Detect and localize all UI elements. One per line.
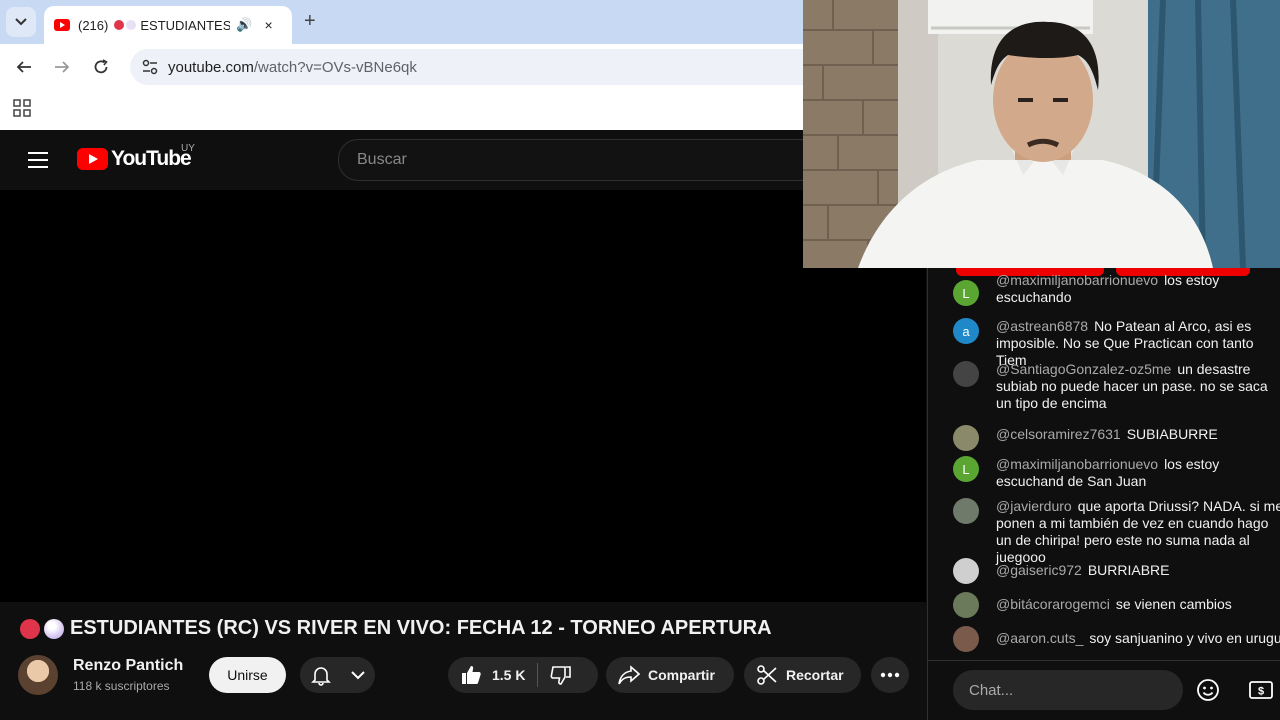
browser-tab-youtube[interactable]: (216) ESTUDIANTES ( 🔊 × <box>44 6 292 44</box>
url-text: youtube.com/watch?v=OVs-vBNe6qk <box>168 59 417 76</box>
chat-author[interactable]: @gaiseric972 <box>996 562 1082 578</box>
live-chat: L @maximiljanobarrionuevo los estoy escuc… <box>927 268 1280 720</box>
speaker-icon[interactable]: 🔊 <box>236 17 252 33</box>
super-chat-icon[interactable]: $ <box>1248 678 1274 702</box>
tab-close-icon[interactable]: × <box>265 17 273 33</box>
share-button[interactable]: Compartir <box>606 657 734 693</box>
chat-author[interactable]: @astrean6878 <box>996 318 1088 334</box>
chat-avatar <box>953 558 979 584</box>
url-host: youtube.com <box>168 58 254 76</box>
chevron-down-icon <box>15 18 27 26</box>
chat-author[interactable]: @bitácorarogemci <box>996 596 1110 612</box>
chat-text: se vienen cambios <box>1115 596 1232 612</box>
forward-button[interactable] <box>49 54 75 80</box>
chat-author[interactable]: @SantiagoGonzalez-oz5me <box>996 361 1171 377</box>
chat-avatar <box>953 498 979 524</box>
arrow-right-icon <box>55 61 70 73</box>
notifications-button[interactable] <box>300 657 375 693</box>
back-button[interactable] <box>11 54 37 80</box>
more-horizontal-icon <box>880 672 900 678</box>
site-settings-icon[interactable] <box>138 55 162 79</box>
search-input[interactable] <box>355 150 799 170</box>
youtube-play-icon <box>77 148 108 170</box>
like-dislike-group: 1.5 K <box>448 657 598 693</box>
chat-divider <box>928 660 1280 661</box>
chat-text: SUBIABURRE <box>1126 426 1218 442</box>
lilac-circle-icon <box>44 618 64 639</box>
emoji-icon[interactable] <box>1196 678 1220 702</box>
channel-row: Renzo Pantich 118 k suscriptores Unirse … <box>18 655 918 697</box>
tab-title: ESTUDIANTES ( <box>140 17 231 33</box>
chat-message-body: @maximiljanobarrionuevo los estoy escucha… <box>996 272 1280 302</box>
chat-author[interactable]: @maximiljanobarrionuevo <box>996 272 1158 288</box>
chat-author[interactable]: @celsoramirez7631 <box>996 426 1121 442</box>
youtube-wordmark: YouTube <box>111 147 192 170</box>
reload-icon <box>94 59 108 74</box>
chat-message-body: @celsoramirez7631 SUBIABURRE <box>996 426 1280 443</box>
webcam-image <box>803 0 1280 268</box>
like-count[interactable]: 1.5 K <box>492 667 525 683</box>
chat-author[interactable]: @aaron.cuts_ <box>996 630 1083 646</box>
video-player[interactable] <box>0 190 926 602</box>
lilac-circle-icon <box>126 20 137 30</box>
chat-message-body: @bitácorarogemci se vienen cambios <box>996 596 1280 613</box>
country-code: UY <box>181 143 195 154</box>
bell-icon <box>310 667 331 686</box>
chat-message-body: @SantiagoGonzalez-oz5me un desastre subia… <box>996 361 1280 412</box>
tab-search-button[interactable] <box>6 7 36 37</box>
subscriber-count: 118 k suscriptores <box>73 679 170 693</box>
chat-author[interactable]: @javierduro <box>996 498 1072 514</box>
chevron-down-icon <box>351 670 365 679</box>
red-circle-icon <box>114 20 125 30</box>
thumbs-down-icon[interactable] <box>550 664 572 686</box>
tab-count: (216) <box>78 17 109 33</box>
chat-input[interactable] <box>967 681 1141 700</box>
channel-name[interactable]: Renzo Pantich <box>73 657 183 675</box>
chat-text: soy sanjuanino y vivo en urugua <box>1089 630 1280 646</box>
chat-avatar <box>953 361 979 387</box>
youtube-logo[interactable]: YouTube UY <box>77 143 195 171</box>
new-tab-button[interactable]: + <box>304 10 316 33</box>
chat-avatar: a <box>953 318 979 344</box>
more-actions-button[interactable] <box>871 657 909 693</box>
url-path: /watch?v=OVs-vBNe6qk <box>253 58 417 76</box>
chat-avatar: L <box>953 280 979 306</box>
svg-text:$: $ <box>1258 686 1264 698</box>
chat-avatar <box>953 626 979 652</box>
webcam-overlay <box>803 0 1280 268</box>
clip-label: Recortar <box>786 667 844 683</box>
menu-icon[interactable] <box>28 152 48 173</box>
apps-grid-icon[interactable] <box>13 99 31 117</box>
arrow-left-icon <box>16 61 31 73</box>
like-separator <box>537 663 539 687</box>
join-button[interactable]: Unirse <box>209 657 286 693</box>
chat-avatar: L <box>953 456 979 482</box>
chat-message-body: @gaiseric972 BURRIABRE <box>996 562 1280 579</box>
clip-button[interactable]: Recortar <box>744 657 861 693</box>
share-label: Compartir <box>648 667 715 683</box>
channel-avatar[interactable] <box>18 655 58 695</box>
video-title-text: ESTUDIANTES (RC) VS RIVER EN VIVO: FECHA… <box>70 617 772 639</box>
red-circle-icon <box>20 618 40 639</box>
chat-message-body: @javierduro que aporta Driussi? NADA. si … <box>996 498 1280 566</box>
chat-message-body: @maximiljanobarrionuevo los estoy escucha… <box>996 456 1280 490</box>
chat-input-box[interactable] <box>953 670 1183 710</box>
share-icon <box>618 665 640 685</box>
youtube-favicon-icon <box>54 19 70 31</box>
scissors-icon <box>757 665 777 685</box>
chat-avatar <box>953 592 979 618</box>
thumbs-up-icon[interactable] <box>460 664 482 686</box>
chat-author[interactable]: @maximiljanobarrionuevo <box>996 456 1158 472</box>
search-box[interactable] <box>338 139 860 181</box>
address-bar[interactable]: youtube.com/watch?v=OVs-vBNe6qk <box>130 49 820 85</box>
chat-message-body: @aaron.cuts_ soy sanjuanino y vivo en uru… <box>996 630 1280 647</box>
chat-avatar <box>953 425 979 451</box>
chat-text: BURRIABRE <box>1087 562 1170 578</box>
video-title: ESTUDIANTES (RC) VS RIVER EN VIVO: FECHA… <box>20 617 772 640</box>
reload-button[interactable] <box>88 54 114 80</box>
